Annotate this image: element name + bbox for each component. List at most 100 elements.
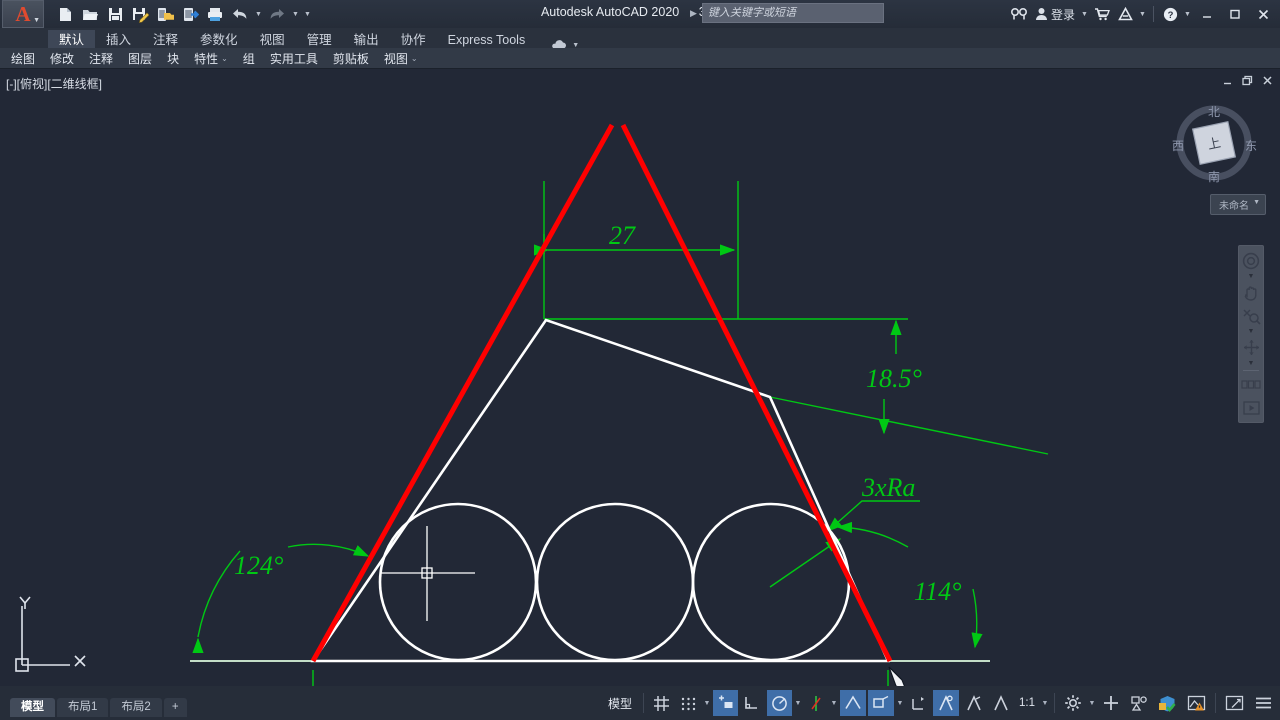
panel-modify[interactable]: 修改 — [43, 49, 81, 68]
object-snap-tracking-toggle[interactable] — [868, 690, 894, 716]
panel-annotation[interactable]: 注释 — [82, 49, 120, 68]
ortho-mode-toggle[interactable] — [740, 690, 765, 716]
showmotion-play-icon[interactable] — [1239, 396, 1263, 419]
ucs-icon-toggle[interactable] — [906, 690, 931, 716]
layout-tab-add-button[interactable]: + — [163, 698, 187, 717]
view-cube[interactable]: 上 北 南 西 东 — [1166, 95, 1262, 191]
dim-text-27[interactable]: 27 — [609, 221, 636, 250]
pan-hand-icon[interactable] — [1239, 281, 1263, 304]
open-from-web-icon[interactable] — [154, 3, 176, 25]
drawing-canvas[interactable]: [-][俯视][二维线框] 27 18.5° 124° 114° 3xRa 上 … — [0, 69, 1280, 686]
panel-expand-icon[interactable]: ⌄ — [221, 54, 228, 63]
dim-text-114[interactable]: 114° — [914, 577, 961, 606]
open-icon[interactable] — [79, 3, 101, 25]
close-button[interactable] — [1250, 0, 1276, 28]
new-icon[interactable] — [54, 3, 76, 25]
drawing-restore-button[interactable] — [1241, 74, 1254, 90]
chevron-down-icon[interactable]: ▼ — [1239, 327, 1263, 336]
dim-text-3xra[interactable]: 3xRa — [861, 473, 915, 502]
zoom-extents-icon[interactable] — [1239, 304, 1263, 327]
isometric-drafting-toggle[interactable] — [804, 690, 828, 716]
redo-icon[interactable] — [266, 3, 288, 25]
showmotion-frames-icon[interactable] — [1239, 373, 1263, 396]
chevron-down-icon[interactable]: ▼ — [1080, 11, 1089, 18]
save-to-web-icon[interactable] — [179, 3, 201, 25]
viewcube-south-label[interactable]: 南 — [1208, 168, 1220, 185]
ucs-selector[interactable]: 未命名 ▼ — [1210, 194, 1266, 215]
steering-wheel-icon[interactable] — [1239, 249, 1263, 272]
drawing-close-button[interactable] — [1261, 74, 1274, 90]
panel-block[interactable]: 块 — [160, 49, 186, 68]
dim-overall-width[interactable] — [312, 670, 889, 686]
panel-utilities[interactable]: 实用工具 — [263, 49, 325, 68]
dim-text-124[interactable]: 124° — [234, 551, 283, 580]
chevron-down-icon[interactable]: ▼ — [1138, 11, 1147, 18]
panel-layers[interactable]: 图层 — [121, 49, 159, 68]
chevron-right-icon[interactable]: ▶ — [690, 8, 697, 19]
chevron-down-icon[interactable]: ▼ — [793, 690, 803, 716]
maximize-button[interactable] — [1222, 0, 1248, 28]
customize-icon[interactable] — [1250, 690, 1277, 716]
panel-view[interactable]: 视图 ⌄ — [377, 49, 425, 68]
chevron-down-icon[interactable]: ▼ — [254, 11, 263, 18]
autodesk-a360-icon[interactable] — [1115, 0, 1136, 28]
chevron-down-icon[interactable]: ▼ — [1087, 690, 1097, 716]
circle-left[interactable] — [378, 502, 538, 662]
dim-text-18-5[interactable]: 18.5° — [866, 364, 922, 393]
annotation-visibility-toggle[interactable] — [989, 690, 1013, 716]
annotation-monitor-icon[interactable] — [1183, 690, 1210, 716]
object-snap-toggle[interactable] — [840, 690, 866, 716]
polar-tracking-toggle[interactable] — [767, 690, 792, 716]
orbit-icon[interactable] — [1239, 336, 1263, 359]
help-icon[interactable]: ? — [1160, 0, 1181, 28]
outline-polygon[interactable] — [310, 318, 891, 663]
layout-tab-model[interactable]: 模型 — [10, 698, 55, 717]
workspace-switch-icon[interactable] — [1060, 690, 1086, 716]
annotation-scale-selector[interactable]: 1:1 — [1015, 690, 1039, 716]
minimize-button[interactable] — [1194, 0, 1220, 28]
circle-middle[interactable] — [535, 502, 695, 662]
panel-groups[interactable]: 组 — [236, 49, 262, 68]
chevron-down-icon[interactable]: ▼ — [291, 11, 300, 18]
chevron-down-icon[interactable]: ▼ — [829, 690, 839, 716]
search-input[interactable]: 键入关键字或短语 — [701, 3, 884, 23]
grid-display-toggle[interactable] — [649, 690, 674, 716]
autodesk-app-store-icon[interactable] — [1091, 0, 1113, 28]
dim-right-upper-extension[interactable] — [544, 318, 1049, 455]
panel-clipboard[interactable]: 剪贴板 — [326, 49, 376, 68]
sign-in-button[interactable]: 登录 — [1032, 0, 1078, 28]
panel-draw[interactable]: 绘图 — [4, 49, 42, 68]
qat-customize-icon[interactable]: ▼ — [303, 11, 312, 18]
hardware-acceleration-icon[interactable] — [1154, 690, 1181, 716]
chevron-down-icon[interactable]: ▼ — [1239, 272, 1263, 281]
search-icon[interactable] — [1008, 0, 1030, 28]
ucs-icon[interactable] — [15, 596, 86, 672]
lineweight-toggle[interactable] — [1098, 690, 1124, 716]
snap-mode-toggle[interactable] — [676, 690, 701, 716]
plot-icon[interactable] — [204, 3, 226, 25]
save-icon[interactable] — [104, 3, 126, 25]
viewcube-west-label[interactable]: 西 — [1172, 137, 1184, 154]
chevron-down-icon[interactable]: ▼ — [1253, 199, 1260, 206]
viewcube-east-label[interactable]: 东 — [1245, 137, 1257, 154]
layout-tab-layout2[interactable]: 布局2 — [110, 698, 162, 717]
selected-polyline[interactable] — [310, 123, 893, 663]
chevron-down-icon[interactable]: ▼ — [895, 690, 905, 716]
save-as-icon[interactable] — [129, 3, 151, 25]
application-menu-button[interactable]: A ▼ — [2, 0, 44, 28]
drawing-minimize-button[interactable] — [1221, 74, 1234, 90]
selection-cycling-toggle[interactable] — [961, 690, 987, 716]
undo-icon[interactable] — [229, 3, 251, 25]
layout-tab-layout1[interactable]: 布局1 — [57, 698, 109, 717]
chevron-down-icon[interactable]: ▼ — [1183, 11, 1192, 18]
chevron-down-icon[interactable]: ▼ — [1239, 359, 1263, 368]
panel-expand-icon[interactable]: ⌄ — [411, 54, 418, 63]
fullscreen-icon[interactable] — [1221, 690, 1248, 716]
viewport-label[interactable]: [-][俯视][二维线框] — [6, 75, 102, 92]
infer-constraints-toggle[interactable] — [713, 690, 738, 716]
isolate-objects-icon[interactable] — [1126, 690, 1152, 716]
panel-properties[interactable]: 特性 ⌄ — [187, 49, 235, 68]
viewcube-north-label[interactable]: 北 — [1208, 103, 1220, 120]
cad-drawing[interactable]: 27 18.5° 124° 114° 3xRa 80 — [0, 69, 1280, 686]
model-space-button[interactable]: 模型 — [602, 690, 638, 716]
